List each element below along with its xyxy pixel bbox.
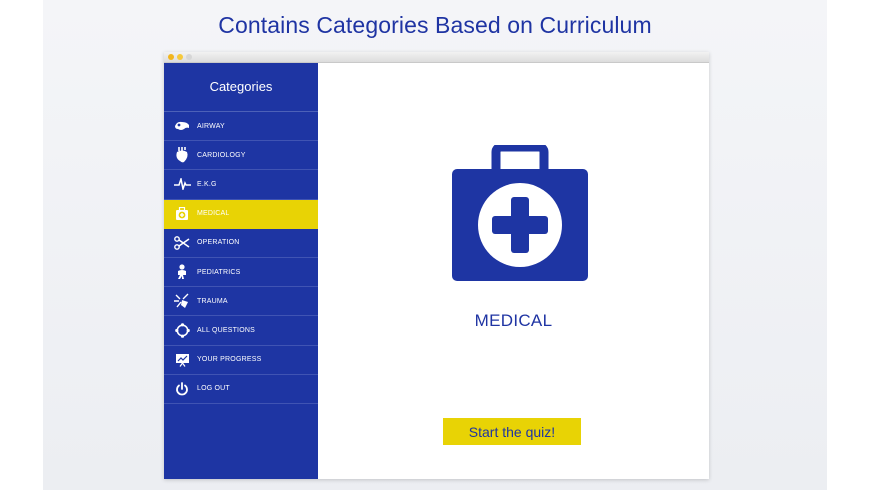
power-icon	[173, 381, 191, 397]
minimize-window-button[interactable]	[177, 54, 183, 60]
sidebar-item-label: MEDICAL	[197, 210, 230, 218]
sidebar-item-pediatrics[interactable]: PEDIATRICS	[164, 258, 318, 288]
category-title: MEDICAL	[474, 311, 553, 330]
sidebar-item-cardiology[interactable]: CARDIOLOGY	[164, 141, 318, 171]
sidebar-item-label: ALL QUESTIONS	[197, 326, 255, 334]
progress-icon	[173, 352, 191, 368]
window-titlebar	[164, 52, 709, 63]
sidebar-item-label: TRAUMA	[197, 297, 228, 305]
close-window-button[interactable]	[168, 54, 174, 60]
medical-kit-icon	[451, 142, 589, 286]
page-headline: Contains Categories Based on Curriculum	[218, 12, 652, 38]
trauma-icon	[173, 293, 191, 309]
baby-icon	[173, 264, 191, 280]
sidebar-item-label: PEDIATRICS	[197, 268, 241, 276]
sidebar-item-label: CARDIOLOGY	[197, 151, 246, 159]
app-window: Categories AIRWAY CARDIOLOGY E.K.G MEDIC…	[164, 52, 709, 479]
sidebar-item-label: LOG OUT	[197, 385, 230, 393]
sidebar-item-label: AIRWAY	[197, 122, 225, 130]
heart-icon	[173, 147, 191, 163]
sidebar-item-airway[interactable]: AIRWAY	[164, 112, 318, 142]
sidebar-item-all-questions[interactable]: ALL QUESTIONS	[164, 316, 318, 346]
sidebar-item-your-progress[interactable]: YOUR PROGRESS	[164, 346, 318, 375]
sidebar: Categories AIRWAY CARDIOLOGY E.K.G MEDIC…	[164, 63, 318, 479]
sidebar-item-label: YOUR PROGRESS	[197, 356, 262, 364]
ekg-icon	[173, 176, 191, 192]
maximize-window-button[interactable]	[186, 54, 192, 60]
sidebar-item-trauma[interactable]: TRAUMA	[164, 287, 318, 317]
operation-icon	[173, 235, 191, 251]
category-detail: MEDICAL Start the quiz!	[318, 63, 709, 479]
sidebar-item-operation[interactable]: OPERATION	[164, 229, 318, 258]
airway-icon	[173, 118, 191, 134]
sidebar-item-log-out[interactable]: LOG OUT	[164, 375, 318, 404]
start-quiz-button[interactable]: Start the quiz!	[443, 418, 581, 445]
sidebar-item-medical[interactable]: MEDICAL	[164, 199, 318, 229]
sidebar-item-label: E.K.G	[197, 180, 217, 188]
sidebar-item-ekg[interactable]: E.K.G	[164, 170, 318, 200]
sidebar-title: Categories	[164, 63, 318, 112]
all-questions-icon	[173, 322, 191, 338]
sidebar-item-label: OPERATION	[197, 239, 240, 247]
medical-kit-icon	[173, 206, 191, 222]
